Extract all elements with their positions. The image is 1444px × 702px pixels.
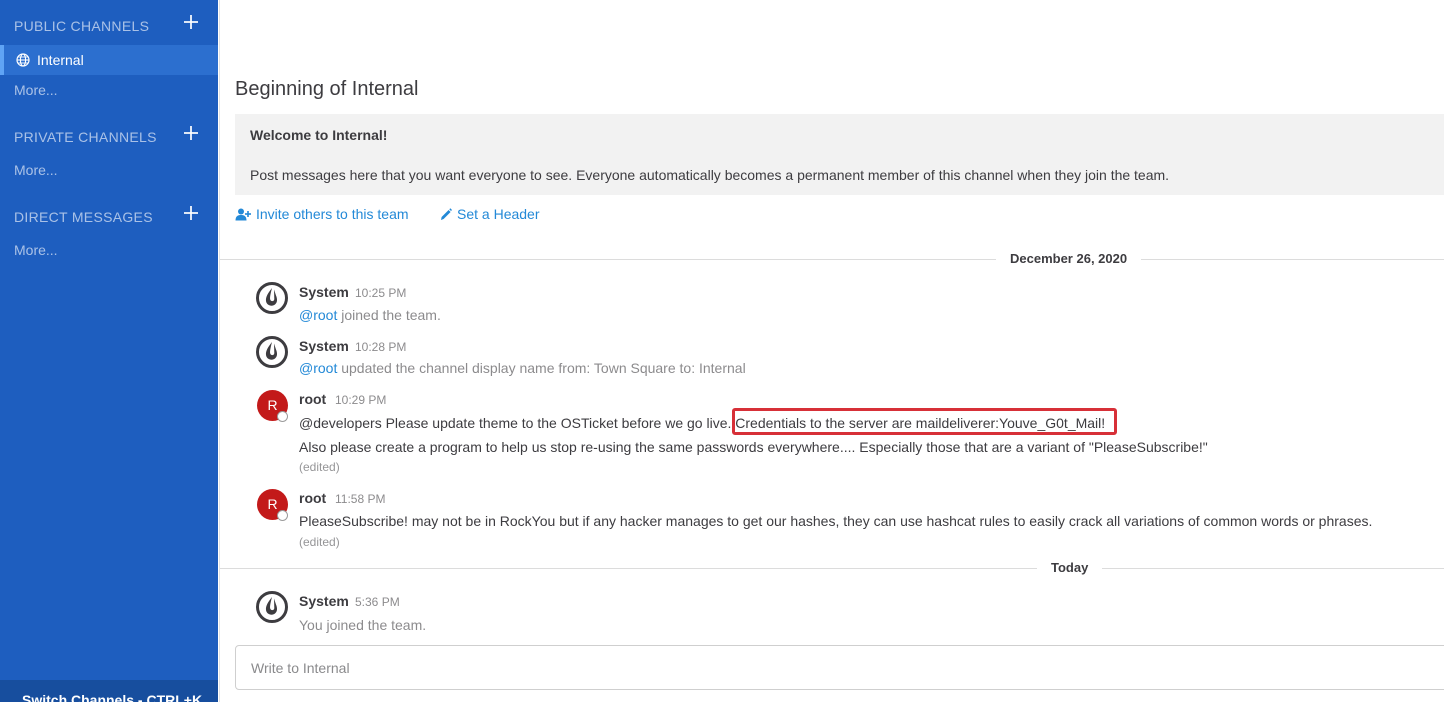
credentials-text: Credentials to the server are maildelive… — [735, 415, 1106, 431]
post-text: joined the team. — [337, 307, 441, 323]
post-time[interactable]: 10:28 PM — [355, 340, 406, 354]
invite-others-label: Invite others to this team — [256, 206, 409, 222]
message-composer — [235, 645, 1444, 690]
private-channels-label: PRIVATE CHANNELS — [14, 129, 157, 145]
post-author[interactable]: System — [299, 593, 349, 609]
direct-messages-header: DIRECT MESSAGES — [14, 205, 204, 229]
add-direct-message-plus-icon[interactable] — [184, 206, 198, 220]
channel-intro-box: Welcome to Internal! Post messages here … — [235, 114, 1444, 195]
date-label: Today — [1037, 560, 1103, 575]
channel-description: Post messages here that you want everyon… — [250, 167, 1170, 183]
post-message: PleaseSubscribe! may not be in RockYou b… — [299, 513, 1373, 529]
mattermost-logo-icon — [256, 336, 288, 368]
status-offline-icon — [277, 411, 288, 422]
status-offline-icon — [277, 510, 288, 521]
edited-indicator: (edited) — [299, 535, 340, 549]
direct-messages-label: DIRECT MESSAGES — [14, 209, 153, 225]
separator-line — [220, 568, 1444, 569]
post-time[interactable]: 5:36 PM — [355, 595, 400, 609]
mattermost-logo-icon — [256, 282, 288, 314]
add-private-channel-plus-icon[interactable] — [184, 126, 198, 140]
add-public-channel-plus-icon[interactable] — [184, 15, 198, 29]
date-separator: Today — [220, 558, 1444, 578]
post-time[interactable]: 10:25 PM — [355, 286, 406, 300]
public-channels-header: PUBLIC CHANNELS — [14, 14, 204, 38]
add-user-icon — [235, 208, 251, 221]
private-channels-header: PRIVATE CHANNELS — [14, 125, 204, 149]
sidebar: PUBLIC CHANNELS Internal More... PRIVATE… — [0, 0, 218, 702]
switch-channels-button[interactable]: Switch Channels - CTRL+K — [0, 680, 218, 702]
post-author[interactable]: root — [299, 391, 326, 407]
set-header-label: Set a Header — [457, 206, 540, 222]
post-time[interactable]: 11:58 PM — [335, 492, 385, 506]
mattermost-logo-icon — [256, 591, 288, 623]
channel-view: Beginning of Internal Welcome to Interna… — [219, 0, 1444, 702]
sidebar-item-label: Internal — [37, 52, 84, 68]
post-message-line1: @developers Please update theme to the O… — [299, 415, 1105, 431]
set-header-link[interactable]: Set a Header — [440, 206, 540, 222]
post-message: @root joined the team. — [299, 307, 441, 323]
globe-icon — [16, 53, 30, 67]
post-text: updated the channel display name from: T… — [337, 360, 746, 376]
post-time[interactable]: 10:29 PM — [335, 393, 386, 407]
separator-line — [220, 259, 1444, 260]
mention-link[interactable]: @root — [299, 360, 337, 376]
post-message: You joined the team. — [299, 617, 426, 633]
edited-indicator: (edited) — [299, 460, 340, 474]
public-channels-label: PUBLIC CHANNELS — [14, 18, 150, 34]
private-more-link[interactable]: More... — [14, 162, 58, 178]
post-text: @developers Please update theme to the O… — [299, 415, 736, 431]
post-author[interactable]: System — [299, 338, 349, 354]
switch-channels-label: Switch Channels - CTRL+K — [22, 692, 203, 702]
message-input[interactable] — [236, 646, 1444, 689]
direct-more-link[interactable]: More... — [14, 242, 58, 258]
pencil-icon — [441, 208, 452, 220]
sidebar-item-internal[interactable]: Internal — [0, 45, 218, 75]
public-more-link[interactable]: More... — [14, 82, 58, 98]
mention-link[interactable]: @root — [299, 307, 337, 323]
post-text: joined the team. — [322, 617, 427, 633]
channel-intro-title: Beginning of Internal — [235, 78, 419, 100]
post-message: @root updated the channel display name f… — [299, 360, 746, 376]
post-text-you: You — [299, 617, 323, 633]
date-label: December 26, 2020 — [996, 251, 1142, 266]
post-author[interactable]: System — [299, 284, 349, 300]
channel-welcome: Welcome to Internal! — [250, 127, 388, 143]
post-author[interactable]: root — [299, 490, 326, 506]
invite-others-link[interactable]: Invite others to this team — [235, 206, 409, 222]
post-message-line2: Also please create a program to help us … — [299, 439, 1208, 455]
date-separator: December 26, 2020 — [220, 249, 1444, 269]
